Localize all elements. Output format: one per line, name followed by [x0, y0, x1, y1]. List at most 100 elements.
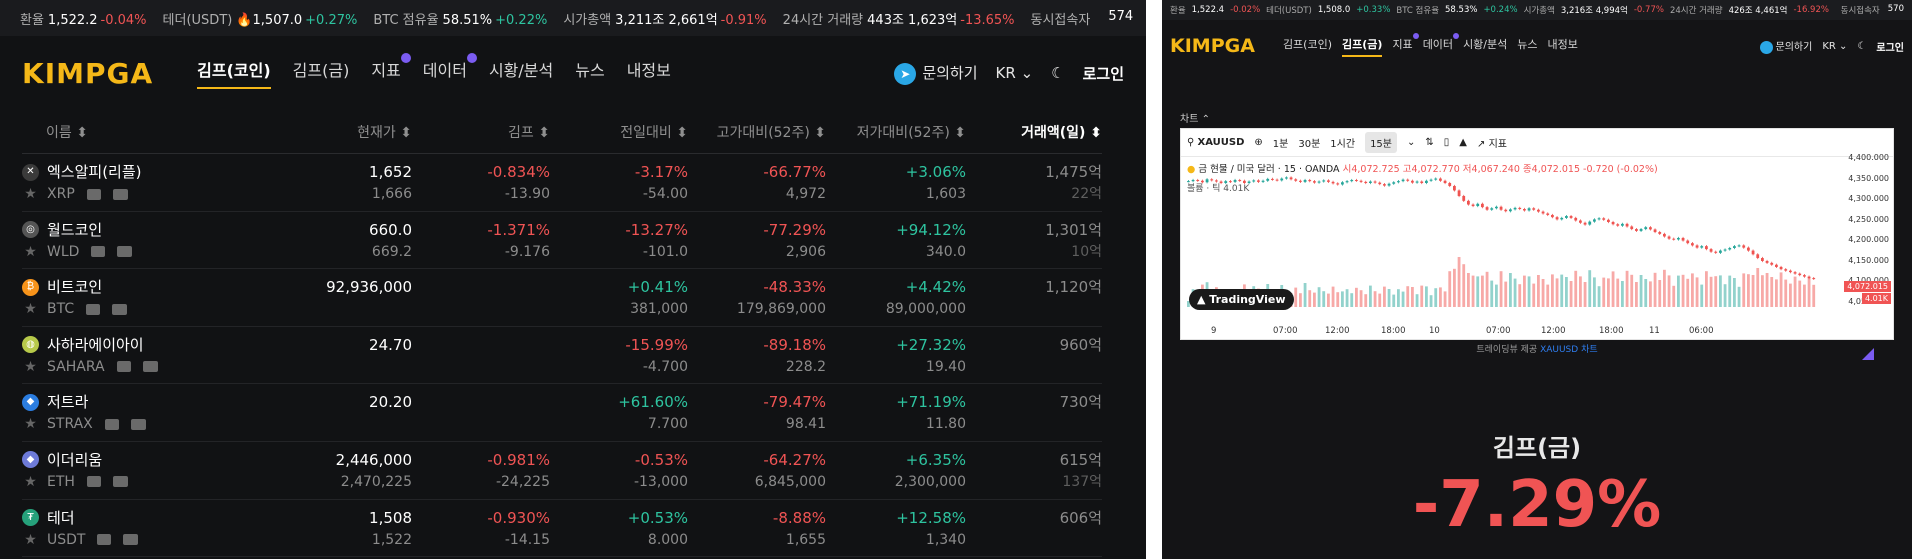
language-select[interactable]: KR ⌄ — [996, 64, 1034, 82]
tf-30m[interactable]: 30분 — [1298, 135, 1320, 150]
day-change-sub: -4.700 — [642, 358, 688, 375]
symbol-search[interactable]: ⚲ XAUUSD — [1187, 137, 1244, 148]
new-badge-dot — [1453, 32, 1460, 39]
coin-name[interactable]: 월드코인 — [47, 219, 102, 241]
login-button[interactable]: 로그인 — [1083, 63, 1124, 84]
star-icon[interactable]: ★ — [22, 298, 39, 320]
coin-name[interactable]: 이더리움 — [47, 449, 102, 471]
candle — [1238, 180, 1242, 182]
language-select[interactable]: KR ⌄ — [1822, 41, 1847, 52]
col-vs-low[interactable]: 저가대비(52주) ⬍ — [838, 122, 978, 142]
area-type-icon[interactable]: ▲ — [1459, 137, 1467, 148]
candle — [1317, 181, 1321, 183]
nav-market-analysis[interactable]: 시황/분석 — [1463, 36, 1507, 57]
market-cap-value: 3,211조 2,661억 — [615, 12, 718, 28]
col-name[interactable]: 이름 ⬍ — [22, 122, 302, 142]
nav-market-analysis[interactable]: 시황/분석 — [489, 57, 553, 89]
theme-toggle-moon-icon[interactable]: ☾ — [1857, 41, 1866, 52]
chart-icon[interactable] — [86, 188, 101, 200]
volume-bar — [1611, 271, 1615, 307]
wallet-icon[interactable] — [112, 188, 128, 200]
nav-kimp-gold[interactable]: 김프(금) — [293, 57, 350, 89]
wallet-icon[interactable] — [130, 418, 146, 430]
nav-data[interactable]: 데이터 — [1423, 32, 1460, 57]
tradingview-logo[interactable]: ▲ TradingView — [1189, 289, 1294, 310]
kimpga-logo[interactable]: KIMPGA — [1170, 35, 1255, 57]
col-vs-high[interactable]: 고가대비(52주) ⬍ — [700, 122, 838, 142]
wallet-icon[interactable] — [142, 361, 158, 373]
volume-bar — [1663, 269, 1666, 307]
xauusd-chart-link[interactable]: XAUUSD 차트 — [1540, 345, 1598, 355]
nav-news[interactable]: 뉴스 — [575, 57, 604, 89]
nav-kimp-gold[interactable]: 김프(금) — [1342, 36, 1383, 57]
inquiry-button[interactable]: 문의하기 — [1759, 38, 1812, 54]
nav-data[interactable]: 데이터 — [423, 53, 477, 89]
col-day-change[interactable]: 전일대비 ⬍ — [562, 122, 700, 142]
tradingview-chart[interactable]: ⚲ XAUUSD ⊕ 1분 30분 1시간 15분 ⌄ ⇅ ▯ ▲ ↗ 지표 ●… — [1180, 128, 1894, 340]
chart-icon[interactable] — [86, 303, 101, 315]
candle-type-icon[interactable]: ▯ — [1444, 137, 1450, 148]
login-button[interactable]: 로그인 — [1876, 39, 1904, 54]
star-icon[interactable]: ★ — [22, 529, 39, 551]
theme-toggle-moon-icon[interactable]: ☾ — [1051, 64, 1064, 82]
col-kimp[interactable]: 김프 ⬍ — [424, 122, 562, 142]
volume-bar — [1672, 285, 1676, 307]
wallet-icon[interactable] — [112, 476, 128, 488]
table-row[interactable]: ₿ 비트코인 ★ BTC 92,936,000 +0.41% 381,000 -48.33% 1… — [22, 269, 1102, 327]
star-icon[interactable]: ★ — [22, 183, 39, 205]
vs-high-cell: -79.47% 98.41 — [700, 384, 838, 441]
candle — [1331, 181, 1335, 184]
coin-name[interactable]: 저트라 — [47, 391, 88, 413]
coin-name[interactable]: 테더 — [47, 507, 75, 529]
coin-name[interactable]: 비트코인 — [47, 276, 102, 298]
col-price[interactable]: 현재가 ⬍ — [302, 122, 424, 142]
vs-low-cell: +3.06% 1,603 — [838, 154, 978, 211]
add-compare-icon[interactable]: ⊕ — [1254, 137, 1262, 148]
table-row[interactable]: ◍ 사하라에이아이 ★ SAHARA 24.70 -15.99% -4.700 -89.18%… — [22, 327, 1102, 385]
nav-my-info[interactable]: 내정보 — [1548, 36, 1578, 57]
nav-kimp-coin[interactable]: 김프(코인) — [197, 57, 271, 89]
wallet-icon[interactable] — [117, 246, 133, 258]
table-row[interactable]: ✕ 엑스알피(리플) ★ XRP 1,652 1,666 -0.834% -13.90 -3.1… — [22, 154, 1102, 212]
coin-name[interactable]: 엑스알피(리플) — [47, 161, 142, 183]
chart-section-toggle[interactable]: 차트 ⌃ — [1180, 110, 1210, 125]
chevron-down-icon[interactable]: ⌄ — [1407, 137, 1415, 148]
wallet-icon[interactable] — [112, 303, 128, 315]
chart-icon[interactable] — [86, 476, 101, 488]
inquiry-button[interactable]: ➤ 문의하기 — [894, 62, 978, 85]
table-row[interactable]: ◎ 월드코인 ★ WLD 660.0 669.2 -1.371% -9.176 -13.27% -… — [22, 212, 1102, 270]
candle — [1509, 209, 1512, 212]
nav-my-info[interactable]: 내정보 — [627, 57, 671, 89]
tf-1h[interactable]: 1시간 — [1330, 135, 1355, 150]
nav-indicators[interactable]: 지표 — [371, 53, 411, 89]
volume-bar — [1313, 292, 1316, 307]
chart-icon[interactable] — [97, 534, 112, 546]
table-row[interactable]: ◆ 저트라 ★ STRAX 20.20 +61.60% 7.700 -79.47% 98.41 +… — [22, 384, 1102, 442]
chart-icon[interactable] — [116, 361, 131, 373]
coin-name[interactable]: 사하라에이아이 — [47, 334, 144, 356]
table-row[interactable]: ₮ 테더 ★ USDT 1,508 1,522 -0.930% -14.15 +0.53% 8.0… — [22, 500, 1102, 558]
bar-type-icon[interactable]: ⇅ — [1425, 137, 1433, 148]
col-daily-volume[interactable]: 거래액(일) ⬍ — [978, 122, 1102, 142]
nav-news[interactable]: 뉴스 — [1517, 36, 1537, 57]
volume-bar — [1429, 295, 1433, 307]
indicators-button[interactable]: ↗ 지표 — [1477, 135, 1507, 150]
tf-15m[interactable]: 15분 — [1365, 132, 1397, 153]
volume-bar — [1476, 276, 1480, 307]
tf-1m[interactable]: 1분 — [1273, 135, 1289, 150]
kimpga-logo[interactable]: KIMPGA — [22, 57, 153, 90]
star-icon[interactable]: ★ — [22, 241, 39, 263]
candle — [1261, 180, 1265, 182]
star-icon[interactable]: ★ — [22, 471, 39, 493]
star-icon[interactable]: ★ — [22, 413, 39, 435]
nav-indicators-label: 지표 — [1392, 37, 1413, 51]
table-row[interactable]: ◆ 이더리움 ★ ETH 2,446,000 2,470,225 -0.981% -24,22… — [22, 442, 1102, 500]
wallet-icon[interactable] — [123, 534, 139, 546]
volume-24h-label: 24시간 거래량 — [782, 12, 864, 28]
nav-indicators[interactable]: 지표 — [1392, 32, 1419, 57]
nav-kimp-coin[interactable]: 김프(코인) — [1283, 36, 1332, 57]
chart-icon[interactable] — [104, 418, 119, 430]
chart-icon[interactable] — [91, 246, 106, 258]
volume-bar — [1686, 278, 1690, 307]
star-icon[interactable]: ★ — [22, 356, 39, 378]
